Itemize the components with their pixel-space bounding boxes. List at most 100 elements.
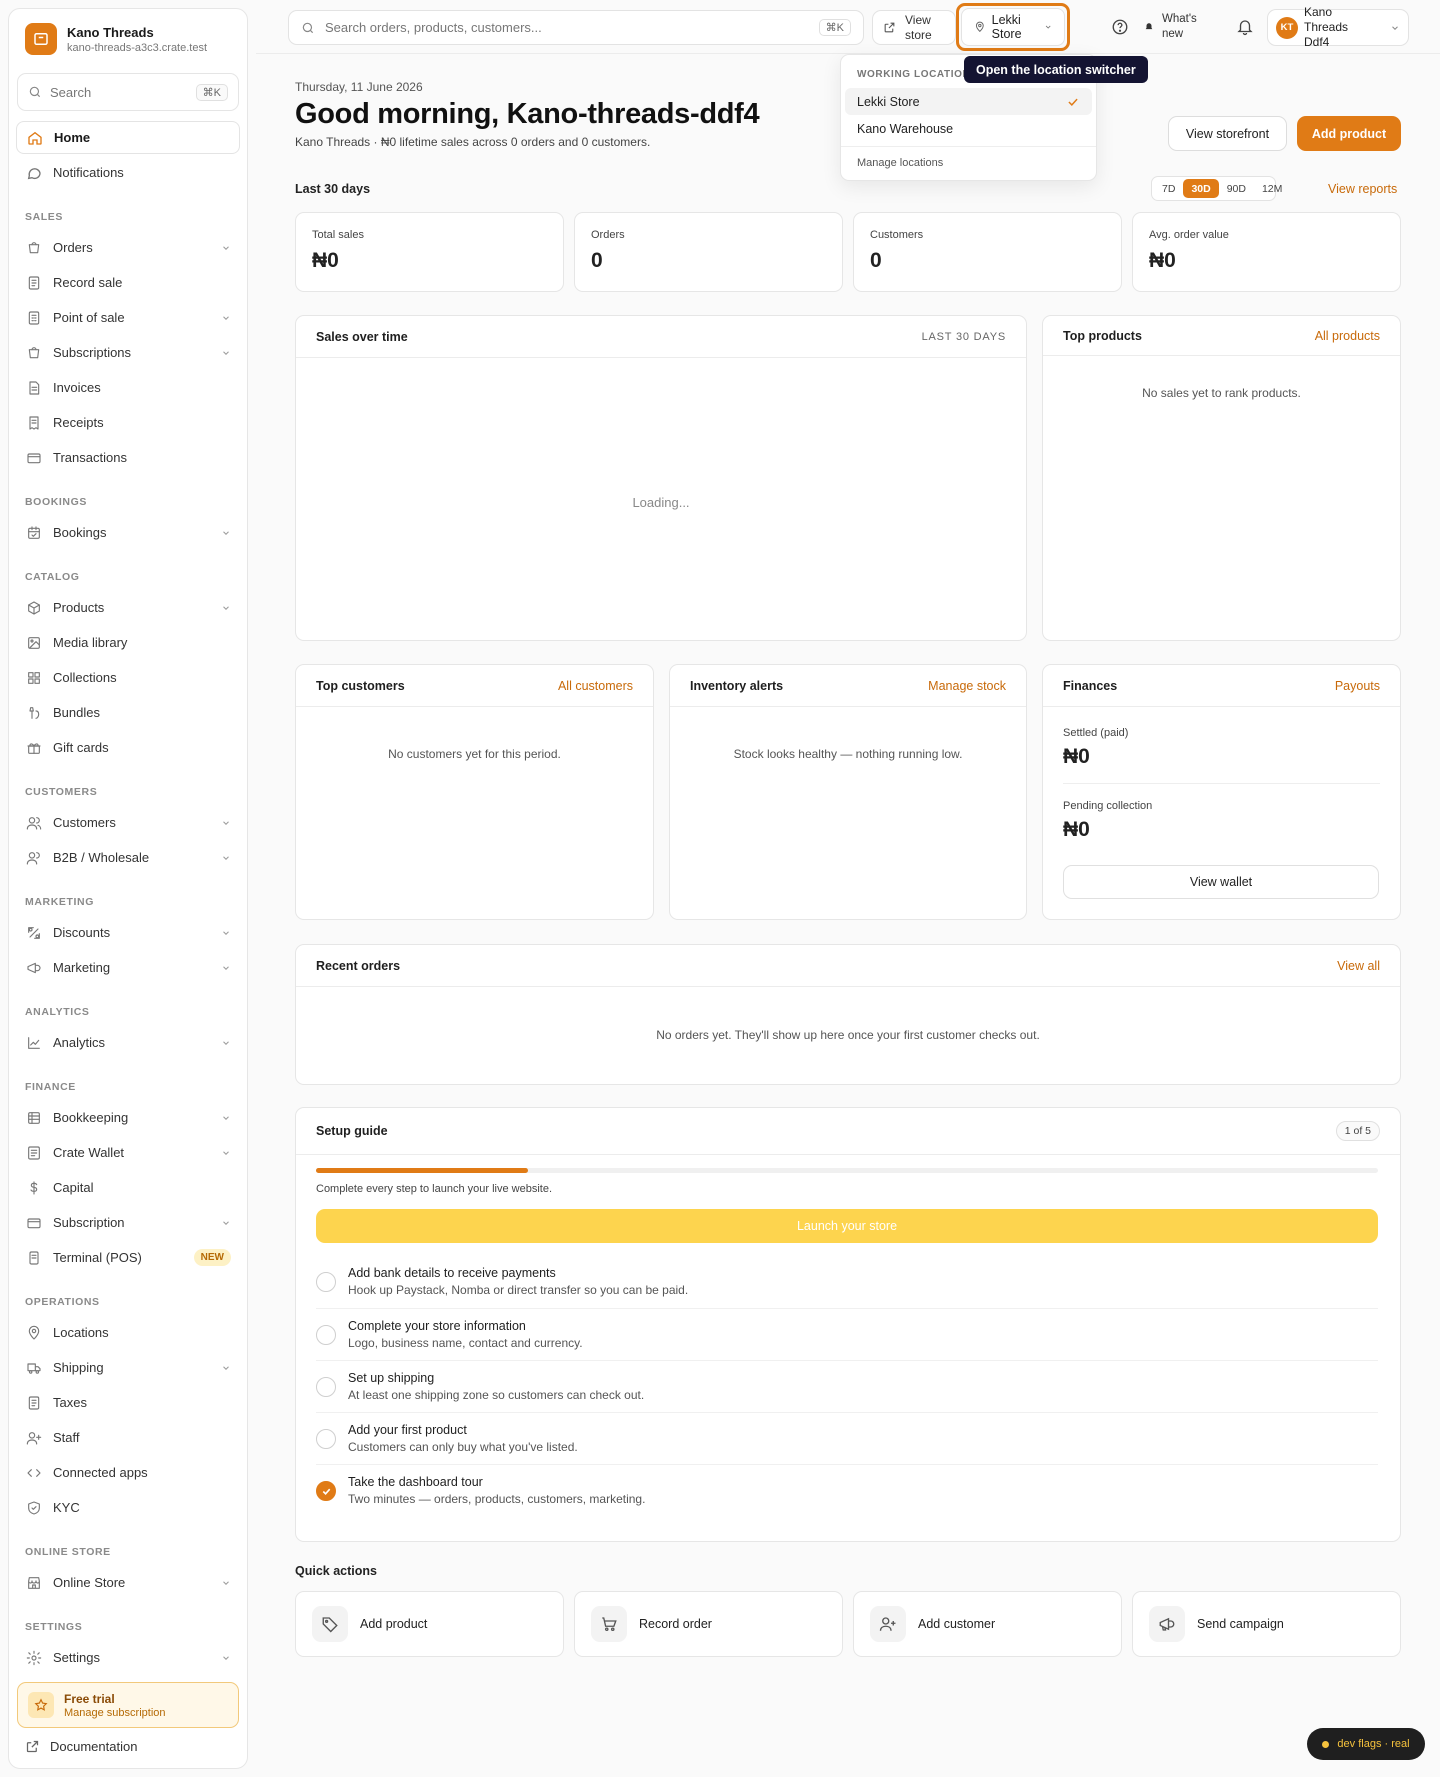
sidebar-item-home[interactable]: Home	[16, 121, 240, 154]
sidebar-item-settings[interactable]: Settings	[16, 1641, 240, 1674]
sidebar-item-bookings[interactable]: Bookings	[16, 516, 240, 549]
card-title: Top customers	[316, 678, 405, 693]
range-7d[interactable]: 7D	[1154, 179, 1183, 198]
view-store-button[interactable]: View store	[872, 10, 956, 45]
dev-flags-badge[interactable]: dev flags · real	[1307, 1728, 1425, 1760]
free-trial-card[interactable]: Free trial Manage subscription	[17, 1682, 239, 1728]
empty-circle-icon[interactable]	[316, 1377, 336, 1397]
sidebar-item-label: Marketing	[53, 960, 111, 975]
card-title: Recent orders	[316, 958, 401, 973]
brand-name: Kano Threads	[67, 24, 154, 40]
manage-stock-link[interactable]: Manage stock	[928, 679, 1006, 693]
sidebar-item-capital[interactable]: Capital	[16, 1171, 240, 1204]
empty-circle-icon[interactable]	[316, 1272, 336, 1292]
sidebar-item-terminal-pos[interactable]: Terminal (POS) NEW	[16, 1241, 240, 1274]
setup-step[interactable]: Set up shipping At least one shipping zon…	[316, 1360, 1378, 1412]
all-products-link[interactable]: All products	[1315, 329, 1380, 343]
brand[interactable]: Kano Threads kano-threads-a3c3.crate.tes…	[9, 9, 247, 67]
sidebar-item-bookkeeping[interactable]: Bookkeeping	[16, 1101, 240, 1134]
sidebar-item-taxes[interactable]: Taxes	[16, 1386, 240, 1419]
quick-action-add-customer[interactable]: Add customer	[853, 1591, 1122, 1657]
manage-subscription-link[interactable]: Manage subscription	[64, 1707, 166, 1719]
sidebar-item-point-of-sale[interactable]: Point of sale	[16, 301, 240, 334]
search-icon	[29, 86, 41, 98]
sidebar-search[interactable]: Search ⌘K	[17, 73, 239, 111]
sidebar-item-receipts[interactable]: Receipts	[16, 406, 240, 439]
quick-action-send-campaign[interactable]: Send campaign	[1132, 1591, 1401, 1657]
sidebar-item-record-sale[interactable]: Record sale	[16, 266, 240, 299]
setup-step-description: Two minutes — orders, products, customer…	[348, 1492, 646, 1506]
range-12m[interactable]: 12M	[1254, 179, 1290, 198]
map-pin-icon	[975, 21, 984, 33]
sidebar-item-staff[interactable]: Staff	[16, 1421, 240, 1454]
range-90d[interactable]: 90D	[1219, 179, 1254, 198]
kpi-label: Total sales	[312, 229, 364, 241]
launch-store-button[interactable]: Launch your store	[316, 1209, 1378, 1243]
sidebar-section-catalog: CATALOG	[25, 571, 80, 583]
kpi-label: Avg. order value	[1149, 229, 1229, 241]
location-option-kano-warehouse[interactable]: Kano Warehouse	[845, 115, 1092, 142]
sidebar-item-kyc[interactable]: KYC	[16, 1491, 240, 1524]
setup-step[interactable]: Complete your store information Logo, bus…	[316, 1308, 1378, 1360]
sidebar-item-media-library[interactable]: Media library	[16, 626, 240, 659]
help-button[interactable]	[1109, 16, 1131, 38]
location-option-lekki-store[interactable]: Lekki Store	[845, 88, 1092, 115]
view-wallet-button[interactable]: View wallet	[1063, 865, 1379, 899]
sidebar-item-connected-apps[interactable]: Connected apps	[16, 1456, 240, 1489]
sidebar-item-customers[interactable]: Customers	[16, 806, 240, 839]
quick-action-add-product[interactable]: Add product	[295, 1591, 564, 1657]
setup-step[interactable]: Add bank details to receive payments Hook…	[316, 1256, 1378, 1308]
user-name-line-1: Kano	[1304, 5, 1333, 19]
sidebar-item-subscription[interactable]: Subscription	[16, 1206, 240, 1239]
location-switcher-button[interactable]: Lekki Store	[961, 8, 1065, 46]
sidebar-item-label: Bookkeeping	[53, 1110, 129, 1125]
view-store-label-1: View	[905, 12, 931, 27]
whats-new-button[interactable]: What's new	[1144, 12, 1197, 42]
sidebar-item-products[interactable]: Products	[16, 591, 240, 624]
setup-progress-bar	[316, 1168, 1378, 1173]
orders-icon	[25, 239, 43, 257]
sidebar-item-online-store[interactable]: Online Store	[16, 1566, 240, 1599]
add-product-button[interactable]: Add product	[1297, 116, 1401, 151]
range-30d[interactable]: 30D	[1183, 179, 1219, 198]
sidebar-item-label: Settings	[53, 1650, 100, 1665]
view-storefront-button[interactable]: View storefront	[1168, 116, 1287, 151]
kpi-total-sales: Total sales ₦0	[295, 212, 564, 292]
sidebar-item-b2b-wholesale[interactable]: B2B / Wholesale	[16, 841, 240, 874]
sidebar-item-collections[interactable]: Collections	[16, 661, 240, 694]
empty-circle-icon[interactable]	[316, 1325, 336, 1345]
sidebar-item-notifications[interactable]: Notifications	[16, 156, 240, 189]
sidebar-item-shipping[interactable]: Shipping	[16, 1351, 240, 1384]
location-switcher-tooltip: Open the location switcher	[964, 56, 1148, 83]
sidebar-item-subscriptions[interactable]: Subscriptions	[16, 336, 240, 369]
sidebar-item-label: Notifications	[53, 165, 124, 180]
media-library-icon	[25, 634, 43, 652]
top-products-card: Top products All products No sales yet to…	[1042, 315, 1401, 641]
sidebar: Kano Threads kano-threads-a3c3.crate.tes…	[8, 8, 248, 1769]
global-search-input[interactable]: Search orders, products, customers... ⌘K	[288, 10, 864, 45]
view-all-orders-link[interactable]: View all	[1337, 959, 1380, 973]
payouts-link[interactable]: Payouts	[1335, 679, 1380, 693]
user-menu-button[interactable]: KT Kano Threads Ddf4	[1267, 5, 1409, 49]
sidebar-item-marketing[interactable]: Marketing	[16, 951, 240, 984]
sidebar-item-transactions[interactable]: Transactions	[16, 441, 240, 474]
check-circle-icon[interactable]	[316, 1481, 336, 1501]
sidebar-item-crate-wallet[interactable]: Crate Wallet	[16, 1136, 240, 1169]
sidebar-item-discounts[interactable]: Discounts	[16, 916, 240, 949]
notifications-button[interactable]	[1234, 16, 1256, 38]
sidebar-item-invoices[interactable]: Invoices	[16, 371, 240, 404]
sidebar-item-analytics[interactable]: Analytics	[16, 1026, 240, 1059]
view-reports-link[interactable]: View reports	[1328, 182, 1397, 196]
sidebar-item-locations[interactable]: Locations	[16, 1316, 240, 1349]
quick-action-record-order[interactable]: Record order	[574, 1591, 843, 1657]
documentation-link[interactable]: Documentation	[25, 1739, 137, 1754]
sidebar-item-gift-cards[interactable]: Gift cards	[16, 731, 240, 764]
sidebar-item-bundles[interactable]: Bundles	[16, 696, 240, 729]
user-name-line-2: Threads	[1304, 20, 1349, 34]
setup-step[interactable]: Take the dashboard tour Two minutes — ord…	[316, 1464, 1378, 1516]
manage-locations-link[interactable]: Manage locations	[841, 151, 1096, 175]
setup-step[interactable]: Add your first product Customers can only…	[316, 1412, 1378, 1464]
empty-circle-icon[interactable]	[316, 1429, 336, 1449]
all-customers-link[interactable]: All customers	[558, 679, 633, 693]
sidebar-item-orders[interactable]: Orders	[16, 231, 240, 264]
